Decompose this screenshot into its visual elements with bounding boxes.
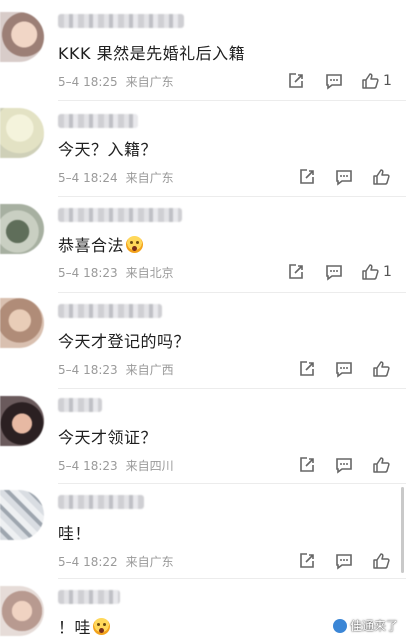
divider xyxy=(58,483,406,484)
avatar[interactable] xyxy=(0,490,44,540)
divider xyxy=(58,100,406,101)
scrollbar[interactable] xyxy=(401,487,404,573)
watermark: 佳通来了 xyxy=(332,617,398,634)
avatar[interactable] xyxy=(0,298,44,348)
comment-text: 哇！ xyxy=(58,524,92,543)
comment-actions: 1 xyxy=(0,263,406,281)
share-icon[interactable] xyxy=(298,168,316,186)
comment-text: KKK 果然是先婚礼后入籍 xyxy=(58,44,246,63)
avatar[interactable] xyxy=(0,396,44,446)
comment-text: 今天？入籍？ xyxy=(58,140,158,159)
avatar[interactable] xyxy=(0,108,44,158)
comment-text: 今天才登记的吗？ xyxy=(58,332,191,351)
comment-icon[interactable] xyxy=(325,263,343,281)
comment-actions xyxy=(0,552,406,570)
username-blurred[interactable] xyxy=(58,208,182,222)
comment-actions xyxy=(0,360,406,378)
like-icon[interactable] xyxy=(361,263,379,281)
like-icon[interactable] xyxy=(372,456,390,474)
avatar[interactable] xyxy=(0,12,44,62)
comment-icon[interactable] xyxy=(335,168,353,186)
share-icon[interactable] xyxy=(298,456,316,474)
avatar[interactable] xyxy=(0,204,44,254)
comment-icon[interactable] xyxy=(335,360,353,378)
divider xyxy=(58,578,406,579)
like-count: 1 xyxy=(383,73,392,89)
watermark-logo-icon xyxy=(332,619,347,633)
username-blurred[interactable] xyxy=(58,14,184,28)
divider xyxy=(58,196,406,197)
share-icon[interactable] xyxy=(298,360,316,378)
like-icon[interactable] xyxy=(361,72,379,90)
username-blurred[interactable] xyxy=(58,114,138,128)
username-blurred[interactable] xyxy=(58,398,102,412)
scream-emoji-icon xyxy=(126,236,144,253)
avatar[interactable] xyxy=(0,586,44,636)
scream-emoji-icon xyxy=(93,618,111,635)
username-blurred[interactable] xyxy=(58,495,144,509)
username-blurred[interactable] xyxy=(58,590,120,604)
divider xyxy=(58,292,406,293)
like-count: 1 xyxy=(383,264,392,280)
share-icon[interactable] xyxy=(287,72,305,90)
username-blurred[interactable] xyxy=(58,304,162,318)
share-icon[interactable] xyxy=(298,552,316,570)
comment-text: ！哇 xyxy=(58,614,111,638)
share-icon[interactable] xyxy=(287,263,305,281)
comment-actions xyxy=(0,168,406,186)
divider xyxy=(58,388,406,389)
comment-icon[interactable] xyxy=(335,552,353,570)
comment-icon[interactable] xyxy=(335,456,353,474)
like-icon[interactable] xyxy=(372,168,390,186)
like-icon[interactable] xyxy=(372,360,390,378)
like-icon[interactable] xyxy=(372,552,390,570)
comment-icon[interactable] xyxy=(325,72,343,90)
comment-text: 今天才领证？ xyxy=(58,428,158,447)
comment-actions: 1 xyxy=(0,72,406,90)
comment-actions xyxy=(0,456,406,474)
comment-text: 恭喜合法 xyxy=(58,232,144,256)
